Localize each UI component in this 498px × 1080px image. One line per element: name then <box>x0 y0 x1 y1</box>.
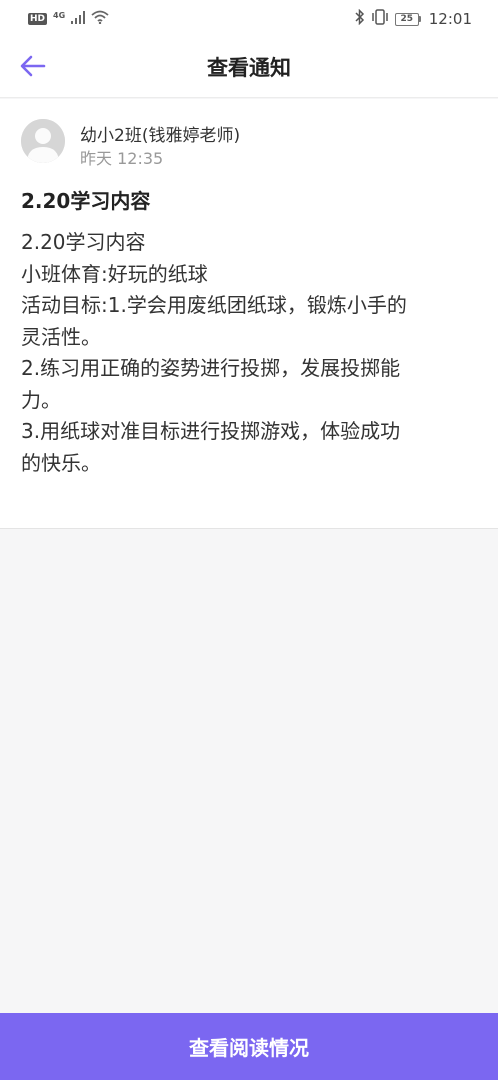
status-bar-right: 25 12:01 <box>355 8 472 29</box>
notice-card: 幼小2班(钱雅婷老师) 昨天 12:35 2.20学习内容 2.20学习内容 小… <box>0 99 498 529</box>
status-bar: HD 4G 25 12:01 <box>0 0 498 38</box>
view-read-status-button[interactable]: 查看阅读情况 <box>0 1013 498 1080</box>
notification-detail-screen: HD 4G 25 12:01 查看通知 幼小2班(钱雅婷老师) 昨天 12:35… <box>0 0 498 1080</box>
network-type-label: 4G <box>53 10 66 20</box>
notice-line: 力。 <box>21 387 61 412</box>
page-title: 查看通知 <box>207 56 291 80</box>
notice-line: 活动目标:1.学会用废纸团纸球，锻炼小手的 <box>21 293 407 317</box>
app-header: 查看通知 <box>0 38 498 98</box>
avatar <box>21 119 65 163</box>
notice-timestamp: 昨天 12:35 <box>80 149 164 168</box>
signal-icon <box>71 10 86 28</box>
user-placeholder-icon <box>21 119 65 163</box>
notice-line: 灵活性。 <box>21 324 101 349</box>
battery-level: 25 <box>394 12 419 26</box>
notice-body: 2.20学习内容 小班体育:好玩的纸球 活动目标:1.学会用废纸团纸球，锻炼小手… <box>21 227 481 479</box>
notice-line: 2.练习用正确的姿势进行投掷，发展投掷能 <box>21 356 401 380</box>
notice-title: 2.20学习内容 <box>21 189 151 213</box>
clock: 12:01 <box>428 10 472 28</box>
wifi-icon <box>91 10 109 28</box>
notice-line: 小班体育:好玩的纸球 <box>21 261 208 286</box>
vibrate-icon <box>371 9 389 29</box>
notice-line: 3.用纸球对准目标进行投掷游戏，体验成功 <box>21 419 401 443</box>
bluetooth-icon <box>355 8 365 29</box>
status-bar-left: HD 4G <box>28 10 109 28</box>
notice-line: 2.20学习内容 <box>21 230 146 254</box>
hd-icon: HD <box>28 13 48 25</box>
battery-icon: 25 <box>394 12 421 26</box>
notice-line: 的快乐。 <box>21 450 101 475</box>
sender-name: 幼小2班(钱雅婷老师) <box>80 126 241 146</box>
